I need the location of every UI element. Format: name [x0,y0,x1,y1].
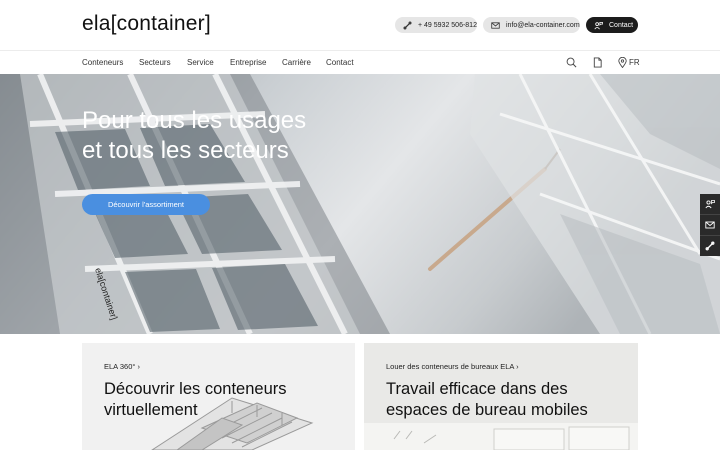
hero-title-line-1: Pour tous les usages [82,107,307,134]
card-title-line-1: Découvrir les conteneurs [104,380,287,398]
phone-icon [403,20,412,30]
side-phone-button[interactable] [700,236,720,256]
hero-title: Pour tous les usages et tous les secteur… [82,106,306,166]
nav-item-secteurs[interactable]: Secteurs [139,58,171,67]
hero-banner: ela[container] Pour tous les usages et t… [0,74,720,334]
card-title-line-1: Travail efficace dans des [386,380,568,398]
search-icon[interactable] [566,57,577,68]
document-icon[interactable] [592,57,603,68]
phone-button[interactable]: + 49 5932 506-812 [395,17,477,33]
phone-icon [705,241,715,251]
card-title-line-2: virtuellement [104,401,198,419]
language-label: FR [629,58,640,67]
card-title: Découvrir les conteneurs virtuellement [104,379,287,421]
card-title-line-2: espaces de bureau mobiles [386,401,588,419]
top-bar: ela[container] + 49 5932 506-812 info@el… [0,0,720,50]
nav-item-service[interactable]: Service [187,58,214,67]
card-title: Travail efficace dans des espaces de bur… [386,379,588,421]
mail-icon [491,21,500,29]
language-selector[interactable]: FR [618,57,640,68]
contact-person-icon [594,21,603,29]
logo[interactable]: ela[container] [82,12,211,36]
side-contact-button[interactable] [700,194,720,215]
contact-label: Contact [609,21,634,29]
side-mail-button[interactable] [700,215,720,236]
mail-icon [705,221,715,229]
contact-button[interactable]: Contact [586,17,638,33]
side-contact-tab [700,194,720,256]
discover-assortment-button[interactable]: Découvrir l'assortiment [82,194,210,215]
email-address: info@ela-container.com [506,21,580,29]
location-pin-icon [618,57,627,68]
nav-item-entreprise[interactable]: Entreprise [230,58,266,67]
card-kicker[interactable]: ELA 360° › [104,362,140,371]
nav-item-contact[interactable]: Contact [326,58,354,67]
card-office-containers[interactable]: Louer des conteneurs de bureaux ELA › Tr… [364,343,638,450]
email-button[interactable]: info@ela-container.com [483,17,580,33]
card-ela-360[interactable]: ELA 360° › Découvrir les conteneurs virt… [82,343,355,450]
card-kicker[interactable]: Louer des conteneurs de bureaux ELA › [386,362,519,371]
main-nav: Conteneurs Secteurs Service Entreprise C… [0,50,720,74]
phone-number: + 49 5932 506-812 [418,21,477,29]
hero-title-line-2: et tous les secteurs [82,137,289,164]
nav-item-conteneurs[interactable]: Conteneurs [82,58,123,67]
contact-person-icon [705,200,715,209]
nav-item-carriere[interactable]: Carrière [282,58,311,67]
